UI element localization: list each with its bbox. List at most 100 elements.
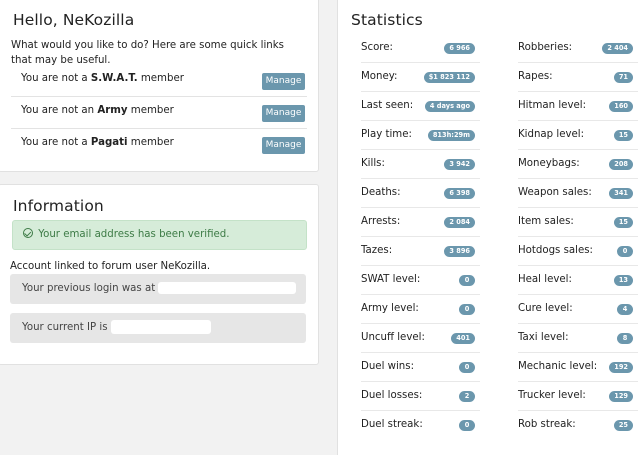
stat-row: Hitman level: 160: [518, 92, 638, 121]
stat-value-badge: 0: [459, 362, 475, 373]
stat-row: SWAT level: 0: [361, 266, 480, 295]
stat-label: Last seen:: [361, 100, 414, 111]
stat-label: Cure level:: [518, 303, 573, 314]
stat-label: Taxi level:: [518, 332, 569, 343]
stat-label: Heal level:: [518, 274, 572, 285]
stat-row: Kidnap level: 15: [518, 121, 638, 150]
stat-row: Weapon sales: 341: [518, 179, 638, 208]
stat-value-badge: 6 398: [444, 188, 475, 199]
stat-value-badge: 192: [609, 362, 633, 373]
stat-row: Moneybags: 208: [518, 150, 638, 179]
stat-value-badge: 4 days ago: [424, 101, 475, 112]
stat-label: Duel wins:: [361, 361, 414, 372]
stat-row: Duel wins: 0: [361, 353, 480, 382]
stat-row: Money: $1 823 112: [361, 63, 480, 92]
redacted-ip-value: [110, 320, 211, 334]
stat-label: Arrests:: [361, 216, 401, 227]
stat-label: Trucker level:: [518, 390, 586, 401]
stat-label: Kills:: [361, 158, 385, 169]
stat-row: Hotdogs sales: 0: [518, 237, 638, 266]
statistics-title: Statistics: [351, 11, 423, 29]
stat-label: Uncuff level:: [361, 332, 425, 343]
stat-value-badge: 0: [459, 275, 475, 286]
manage-army-button[interactable]: Manage: [262, 105, 305, 122]
stat-value-badge: 3 896: [444, 246, 475, 257]
current-ip-text: Your current IP is: [22, 322, 108, 333]
check-circle-icon: [23, 228, 33, 238]
stat-label: SWAT level:: [361, 274, 421, 285]
stat-value-badge: 208: [609, 159, 633, 170]
stat-row: Duel losses: 2: [361, 382, 480, 411]
membership-row-pagati: You are not a Pagati member Manage: [11, 129, 307, 161]
stat-value-badge: 0: [459, 304, 475, 315]
stat-row: Rapes: 71: [518, 63, 638, 92]
stat-row: Trucker level: 129: [518, 382, 638, 411]
stat-label: Tazes:: [361, 245, 393, 256]
stat-label: Hitman level:: [518, 100, 587, 111]
stat-value-badge: 0: [459, 420, 475, 431]
stat-label: Robberies:: [518, 42, 573, 53]
stat-value-badge: 2: [459, 391, 475, 402]
manage-pagati-button[interactable]: Manage: [262, 137, 305, 154]
stat-label: Mechanic level:: [518, 361, 598, 372]
stat-value-badge: 2 084: [444, 217, 475, 228]
welcome-intro: What would you like to do? Here are some…: [11, 40, 284, 66]
stat-value-badge: 341: [609, 188, 633, 199]
stat-row: Score: 6 966: [361, 34, 480, 63]
membership-row-army: You are not an Army member Manage: [11, 97, 307, 129]
stat-label: Item sales:: [518, 216, 574, 227]
stat-value-badge: 160: [609, 101, 633, 112]
stat-row: Deaths: 6 398: [361, 179, 480, 208]
stat-row: Mechanic level: 192: [518, 353, 638, 382]
stat-label: Score:: [361, 42, 393, 53]
stat-value-badge: 6 966: [444, 43, 475, 54]
stat-label: Duel streak:: [361, 419, 423, 430]
stat-value-badge: 129: [609, 391, 633, 402]
stat-row: Uncuff level: 401: [361, 324, 480, 353]
stat-value-badge: 25: [613, 420, 633, 431]
stat-row: Rob streak: 25: [518, 411, 638, 440]
stat-label: Moneybags:: [518, 158, 580, 169]
stat-value-badge: 813h:29m: [427, 130, 475, 141]
email-verified-text: Your email address has been verified.: [38, 229, 230, 240]
stat-row: Tazes: 3 896: [361, 237, 480, 266]
current-ip-box: Your current IP is: [10, 313, 306, 343]
manage-swat-button[interactable]: Manage: [262, 73, 305, 90]
stat-row: Play time: 813h:29m: [361, 121, 480, 150]
stat-value-badge: 8: [617, 333, 633, 344]
membership-text-pagati: You are not a Pagati member: [21, 137, 174, 148]
membership-text-army: You are not an Army member: [21, 105, 174, 116]
stat-value-badge: 71: [613, 72, 633, 83]
stat-value-badge: $1 823 112: [423, 72, 475, 83]
stat-row: Item sales: 15: [518, 208, 638, 237]
stat-value-badge: 15: [613, 130, 633, 141]
stat-value-badge: 0: [617, 246, 633, 257]
stat-label: Hotdogs sales:: [518, 245, 593, 256]
stat-row: Cure level: 4: [518, 295, 638, 324]
membership-text-swat: You are not a S.W.A.T. member: [21, 73, 184, 84]
stat-row: Arrests: 2 084: [361, 208, 480, 237]
email-verified-alert: Your email address has been verified.: [12, 220, 307, 250]
stat-value-badge: 401: [451, 333, 475, 344]
stat-label: Rob streak:: [518, 419, 576, 430]
forum-link-text: Account linked to forum user NeKozilla.: [10, 261, 211, 272]
stat-value-badge: 4: [617, 304, 633, 315]
stat-row: Taxi level: 8: [518, 324, 638, 353]
welcome-card: Hello, NeKozilla What would you like to …: [0, 0, 319, 172]
information-title: Information: [13, 197, 104, 215]
stat-label: Kidnap level:: [518, 129, 585, 140]
membership-row-swat: You are not a S.W.A.T. member Manage: [11, 65, 307, 97]
stat-value-badge: 13: [613, 275, 633, 286]
redacted-login-value: [158, 282, 297, 294]
stat-row: Robberies: 2 404: [518, 34, 638, 63]
stat-label: Army level:: [361, 303, 419, 314]
stat-label: Deaths:: [361, 187, 401, 198]
stat-row: Kills: 3 942: [361, 150, 480, 179]
stat-row: Army level: 0: [361, 295, 480, 324]
previous-login-box: Your previous login was at: [10, 274, 306, 304]
welcome-title: Hello, NeKozilla: [13, 11, 135, 29]
stat-label: Rapes:: [518, 71, 553, 82]
stat-value-badge: 3 942: [444, 159, 475, 170]
previous-login-text: Your previous login was at: [22, 283, 156, 294]
stat-row: Last seen: 4 days ago: [361, 92, 480, 121]
